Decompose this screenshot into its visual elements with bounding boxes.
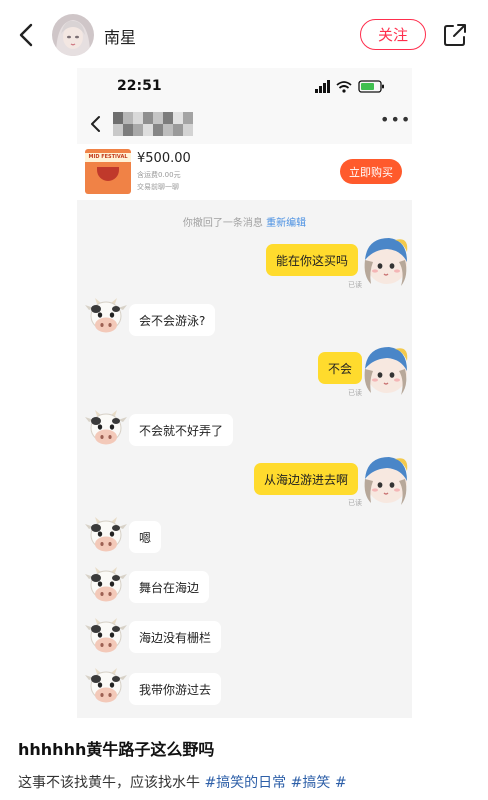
buyer-avatar[interactable] (361, 343, 409, 397)
post-title: hhhhhh黄牛路子这么野吗 (18, 740, 215, 759)
product-price: ¥500.00 (137, 151, 191, 166)
post-body: 这事不该找黄牛，应该找水牛 #搞笑的日常 #搞笑 # (18, 772, 347, 792)
more-options-icon[interactable]: ••• (380, 110, 411, 129)
message-bubble-left[interactable]: 我带你游过去 (129, 673, 222, 705)
chat-screenshot-image[interactable]: 22:51 ••• MID FESTIVAL ¥500.00 含运费0.00元 … (77, 68, 412, 718)
buy-now-button[interactable]: 立即购买 (340, 159, 402, 184)
share-icon[interactable] (442, 22, 468, 48)
read-receipt: 已读 (348, 389, 362, 397)
recall-notice: 你撤回了一条消息 重新编辑 (77, 214, 412, 229)
seller-cow-avatar[interactable] (85, 408, 127, 450)
chat-contact-name-pixelated (113, 110, 199, 138)
hashtag-link[interactable]: #搞笑 (291, 775, 331, 791)
buyer-avatar[interactable] (361, 453, 409, 507)
top-bar: 南星 关注 (0, 0, 488, 70)
product-thumbnail: MID FESTIVAL (85, 149, 131, 194)
battery-icon (358, 80, 384, 93)
hashtag-link[interactable]: #搞笑的日常 (204, 775, 286, 791)
read-receipt: 已读 (348, 499, 362, 507)
post-body-text: 这事不该找黄牛，应该找水牛 (18, 775, 200, 791)
message-bubble-left[interactable]: 海边没有栅栏 (129, 621, 222, 653)
author-avatar[interactable] (52, 14, 94, 56)
wifi-icon (336, 81, 352, 93)
product-shipping: 含运费0.00元 (137, 171, 181, 179)
post-detail-page: 南星 关注 22:51 ••• MID FESTIVAL ¥500.00 含运费… (0, 0, 488, 800)
hashtag-link[interactable]: # (335, 775, 347, 791)
buyer-avatar[interactable] (361, 234, 409, 288)
back-icon[interactable] (14, 22, 40, 48)
chat-back-icon[interactable] (87, 114, 105, 134)
message-bubble-left[interactable]: 不会就不好弄了 (129, 414, 234, 446)
seller-cow-avatar[interactable] (85, 616, 127, 658)
read-receipt: 已读 (348, 281, 362, 289)
phone-status-bar: 22:51 (77, 68, 412, 104)
message-bubble-left[interactable]: 会不会游泳? (129, 304, 216, 336)
message-bubble-left[interactable]: 舞台在海边 (129, 571, 210, 603)
message-bubble-left[interactable]: 嗯 (129, 521, 162, 553)
author-name[interactable]: 南星 (104, 24, 136, 48)
product-trade-note: 交易前聊一聊 (137, 183, 179, 191)
product-card[interactable]: MID FESTIVAL ¥500.00 含运费0.00元 交易前聊一聊 立即购… (77, 144, 412, 200)
message-bubble-right[interactable]: 能在你这买吗 (266, 244, 359, 276)
chat-header: ••• (77, 104, 412, 144)
seller-cow-avatar[interactable] (85, 515, 127, 557)
follow-button[interactable]: 关注 (360, 19, 426, 50)
seller-cow-avatar[interactable] (85, 296, 127, 338)
message-bubble-right[interactable]: 不会 (318, 352, 363, 384)
seller-cow-avatar[interactable] (85, 565, 127, 607)
message-bubble-right[interactable]: 从海边游进去啊 (254, 463, 359, 495)
signal-icon (315, 80, 330, 93)
recall-text: 你撤回了一条消息 (182, 218, 263, 229)
re-edit-link[interactable]: 重新编辑 (266, 218, 306, 229)
status-icons (313, 79, 393, 93)
status-time: 22:51 (117, 78, 162, 94)
seller-cow-avatar[interactable] (85, 666, 127, 708)
